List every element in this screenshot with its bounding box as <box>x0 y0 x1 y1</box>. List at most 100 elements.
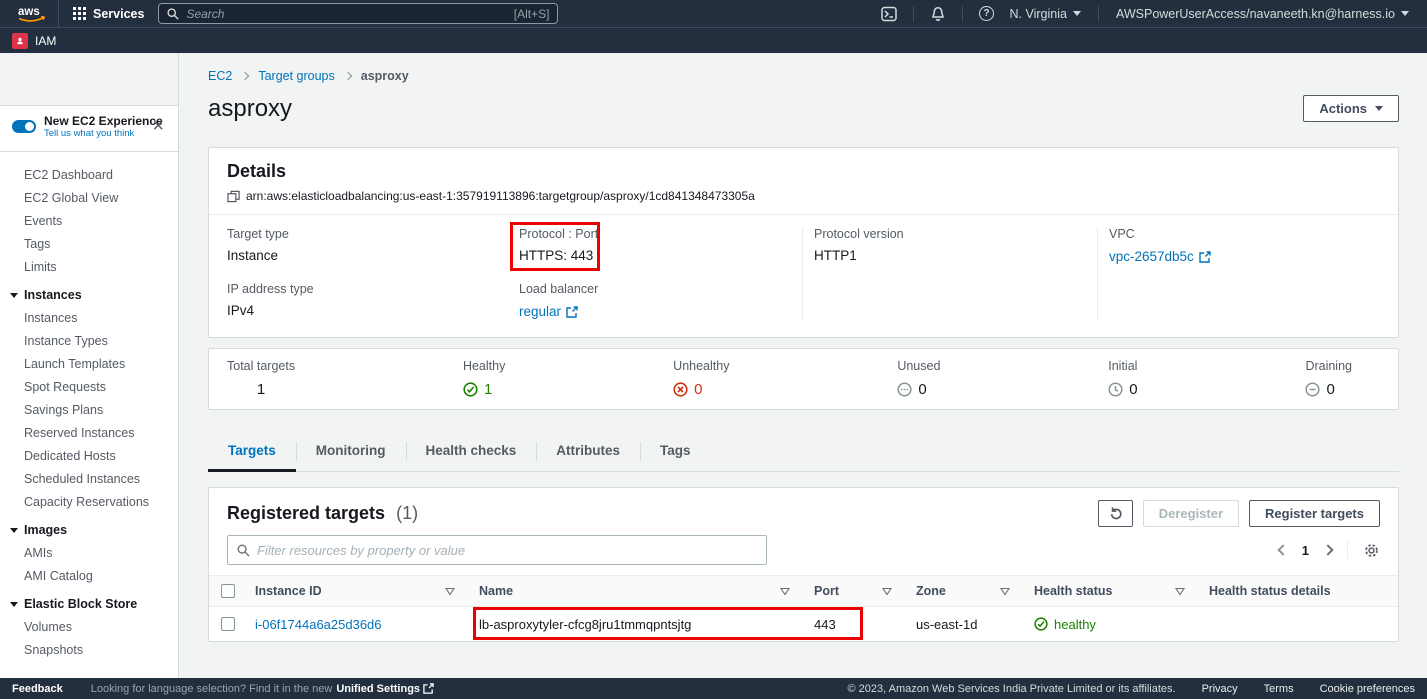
services-menu-button[interactable]: Services <box>59 0 158 27</box>
sidebar-nav: EC2 Dashboard EC2 Global View Events Tag… <box>0 152 178 662</box>
sidebar-section-images[interactable]: Images <box>0 514 178 542</box>
column-header-health-status[interactable]: Health status <box>1022 584 1197 598</box>
unhealthy-label: Unhealthy <box>673 359 729 373</box>
copy-icon[interactable] <box>227 190 240 203</box>
external-link-icon <box>566 306 578 318</box>
aws-logo[interactable]: aws <box>10 3 58 25</box>
favorite-iam-link[interactable]: IAM <box>12 33 56 49</box>
column-header-name[interactable]: Name <box>467 584 802 598</box>
refresh-button[interactable] <box>1098 500 1133 527</box>
tab-targets[interactable]: Targets <box>208 433 296 471</box>
divider <box>913 6 914 22</box>
favorites-bar: IAM <box>0 27 1427 53</box>
details-column-1: Target type Instance IP address type IPv… <box>209 227 501 321</box>
search-input[interactable] <box>186 7 506 21</box>
column-header-port[interactable]: Port <box>802 584 904 598</box>
filter-box[interactable] <box>227 535 767 565</box>
next-page-icon[interactable] <box>1322 544 1333 555</box>
sidebar-section-elastic-block-store[interactable]: Elastic Block Store <box>0 588 178 616</box>
terms-link[interactable]: Terms <box>1264 683 1294 695</box>
divider <box>1098 6 1099 22</box>
sidebar-item-savings-plans[interactable]: Savings Plans <box>0 399 178 422</box>
new-experience-toggle[interactable] <box>12 120 36 133</box>
breadcrumb-target-groups[interactable]: Target groups <box>258 69 334 83</box>
sidebar-item-reserved-instances[interactable]: Reserved Instances <box>0 422 178 445</box>
copyright-text: © 2023, Amazon Web Services India Privat… <box>848 683 1176 695</box>
previous-page-icon[interactable] <box>1277 544 1288 555</box>
tab-monitoring[interactable]: Monitoring <box>296 433 406 471</box>
notifications-button[interactable] <box>923 0 953 27</box>
region-selector[interactable]: N. Virginia <box>1002 0 1089 27</box>
unified-settings-link[interactable]: Unified Settings <box>336 683 434 695</box>
tab-attributes[interactable]: Attributes <box>536 433 640 471</box>
sidebar-item-dedicated-hosts[interactable]: Dedicated Hosts <box>0 445 178 468</box>
target-name: lb-asproxytyler-cfcg8jru1tmmqpntsjtg <box>479 617 691 632</box>
chevron-down-icon <box>10 602 18 607</box>
filter-input[interactable] <box>257 543 757 558</box>
sidebar-item-ami-catalog[interactable]: AMI Catalog <box>0 565 178 588</box>
draining-value: 0 <box>1326 381 1334 398</box>
instance-id-link[interactable]: i-06f1744a6a25d36d6 <box>255 617 382 632</box>
breadcrumb-ec2[interactable]: EC2 <box>208 69 232 83</box>
divider <box>962 6 963 22</box>
row-checkbox[interactable] <box>221 617 235 631</box>
feedback-link[interactable]: Feedback <box>12 683 63 695</box>
column-header-health-status-details: Health status details <box>1197 584 1398 598</box>
new-experience-feedback-link[interactable]: Tell us what you think <box>44 128 168 139</box>
breadcrumb-current: asproxy <box>361 69 409 83</box>
protocol-version-label: Protocol version <box>814 227 1083 241</box>
sidebar-item-snapshots[interactable]: Snapshots <box>0 639 178 662</box>
account-menu[interactable]: AWSPowerUserAccess/navaneeth.kn@harness.… <box>1108 0 1417 27</box>
targets-table: Instance ID Name Port Zone <box>209 575 1398 641</box>
health-status-text: healthy <box>1054 617 1096 632</box>
close-icon[interactable] <box>152 118 164 136</box>
sidebar-item-spot-requests[interactable]: Spot Requests <box>0 376 178 399</box>
search-icon <box>237 544 250 557</box>
sidebar-item-amis[interactable]: AMIs <box>0 542 178 565</box>
gear-icon[interactable] <box>1363 542 1380 559</box>
sidebar-item-scheduled-instances[interactable]: Scheduled Instances <box>0 468 178 491</box>
column-header-instance-id[interactable]: Instance ID <box>247 584 467 598</box>
chevron-down-icon <box>1401 11 1409 16</box>
sidebar-item-capacity-reservations[interactable]: Capacity Reservations <box>0 491 178 514</box>
deregister-label: Deregister <box>1159 506 1223 521</box>
table-header-row: Instance ID Name Port Zone <box>209 576 1398 607</box>
sidebar-item-ec2-global-view[interactable]: EC2 Global View <box>0 187 178 210</box>
details-column-3: Protocol version HTTP1 <box>802 227 1097 321</box>
column-header-zone[interactable]: Zone <box>904 584 1022 598</box>
help-button[interactable] <box>972 0 1002 27</box>
privacy-link[interactable]: Privacy <box>1202 683 1238 695</box>
sidebar-item-launch-templates[interactable]: Launch Templates <box>0 353 178 376</box>
healthy-label: Healthy <box>463 359 505 373</box>
cloudshell-button[interactable] <box>874 0 904 27</box>
actions-label: Actions <box>1319 101 1367 116</box>
sidebar-item-instances[interactable]: Instances <box>0 307 178 330</box>
global-search[interactable]: [Alt+S] <box>158 3 558 24</box>
tab-health-checks[interactable]: Health checks <box>406 433 537 471</box>
sidebar-item-instance-types[interactable]: Instance Types <box>0 330 178 353</box>
tab-tags[interactable]: Tags <box>640 433 711 471</box>
load-balancer-link[interactable]: regular <box>519 304 578 319</box>
select-all-checkbox[interactable] <box>221 584 235 598</box>
chevron-down-icon <box>10 528 18 533</box>
sidebar-item-volumes[interactable]: Volumes <box>0 616 178 639</box>
cookie-preferences-link[interactable]: Cookie preferences <box>1320 683 1415 695</box>
current-page[interactable]: 1 <box>1302 543 1309 558</box>
vpc-link[interactable]: vpc-2657db5c <box>1109 249 1211 264</box>
register-targets-label: Register targets <box>1265 506 1364 521</box>
sidebar-section-instances[interactable]: Instances <box>0 279 178 307</box>
healthy-value: 1 <box>484 381 492 398</box>
register-targets-button[interactable]: Register targets <box>1249 500 1380 527</box>
sidebar-item-ec2-dashboard[interactable]: EC2 Dashboard <box>0 164 178 187</box>
sidebar-item-limits[interactable]: Limits <box>0 256 178 279</box>
sidebar-item-events[interactable]: Events <box>0 210 178 233</box>
ip-address-type-label: IP address type <box>227 282 487 296</box>
ellipsis-circle-icon <box>897 382 912 397</box>
sort-icon <box>445 587 455 596</box>
sidebar-item-tags[interactable]: Tags <box>0 233 178 256</box>
load-balancer-value: regular <box>519 304 561 319</box>
actions-button[interactable]: Actions <box>1303 95 1399 122</box>
column-label: Name <box>479 584 513 598</box>
bell-icon <box>930 6 946 22</box>
deregister-button[interactable]: Deregister <box>1143 500 1239 527</box>
